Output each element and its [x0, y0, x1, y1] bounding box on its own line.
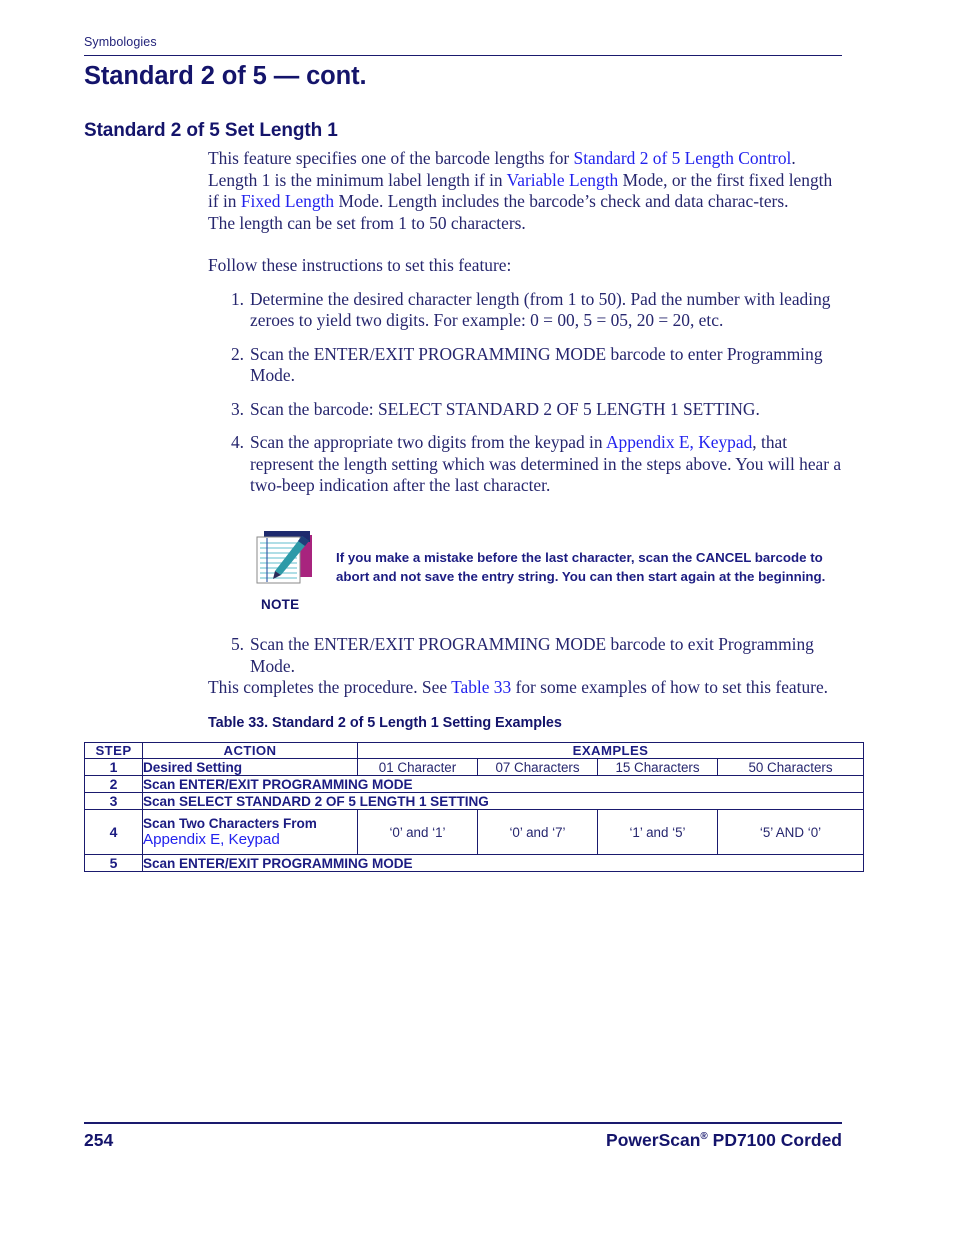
table-body: 1 Desired Setting 01 Character 07 Charac… — [84, 758, 864, 872]
table-cell-example: ‘5’ AND ‘0’ — [717, 809, 864, 855]
note-label: NOTE — [261, 597, 300, 612]
closing-text-b: for some examples of how to set this fea… — [511, 677, 829, 697]
table-cell-step: 5 — [84, 854, 143, 872]
table-cell-action: Scan Two Characters From Appendix E, Key… — [142, 809, 358, 855]
intro-paragraph-2: The length can be set from 1 to 50 chara… — [208, 212, 526, 233]
link-fixed-length[interactable]: Fixed Length — [241, 191, 334, 211]
tail-column: 5. Scan the ENTER/EXIT PROGRAMMING MODE b… — [208, 634, 848, 699]
link-variable-length[interactable]: Variable Length — [507, 170, 619, 190]
intro-p1-text-d: Mode. Length includes the barcode’s chec… — [334, 191, 789, 211]
closing-paragraph: This completes the procedure. See Table … — [208, 677, 848, 699]
list-item: 4. Scan the appropriate two digits from t… — [208, 432, 844, 497]
link-table-33[interactable]: Table 33 — [451, 677, 511, 697]
table-cell-example: ‘1’ and ‘5’ — [597, 809, 718, 855]
table-row: 4 Scan Two Characters From Appendix E, K… — [84, 809, 864, 855]
instruction-list: 1. Determine the desired character length… — [208, 289, 844, 497]
intro-p1-text-a: This feature specifies one of the barcod… — [208, 148, 574, 168]
table-cell-step: 1 — [84, 758, 143, 776]
list-item-text: Determine the desired character length (… — [250, 288, 831, 331]
footer-product-name: PowerScan® PD7100 Corded — [606, 1130, 842, 1151]
list-item-number: 5. — [230, 634, 244, 654]
closing-text-a: This completes the procedure. See — [208, 677, 452, 697]
list-item-text-a: Scan the appropriate two digits from the… — [250, 432, 606, 452]
header-rule — [84, 55, 842, 56]
section-heading: Standard 2 of 5 Set Length 1 — [84, 120, 338, 141]
link-appendix-e-keypad[interactable]: Appendix E, Keypad — [143, 831, 280, 848]
table-cell-action: Desired Setting — [142, 758, 358, 776]
running-header: Symbologies — [84, 35, 157, 49]
list-item-number: 4. — [230, 432, 244, 452]
table-cell-example: 07 Characters — [477, 758, 598, 776]
link-standard-2-of-5-length-control[interactable]: Standard 2 of 5 Length Control — [574, 148, 792, 168]
list-item: 5. Scan the ENTER/EXIT PROGRAMMING MODE b… — [208, 634, 848, 677]
table-cell-action-text: Scan Two Characters From — [143, 816, 317, 831]
table-cell-step: 4 — [84, 809, 143, 855]
footer-product-text: PowerScan — [606, 1130, 701, 1150]
list-item: 1. Determine the desired character length… — [208, 289, 844, 332]
table-cell-step: 2 — [84, 775, 143, 793]
link-appendix-e-keypad[interactable]: Appendix E, Keypad — [606, 432, 752, 452]
table-cell-action: Scan SELECT STANDARD 2 OF 5 LENGTH 1 SET… — [142, 792, 864, 810]
list-item: 3. Scan the barcode: SELECT STANDARD 2 OF… — [208, 399, 844, 421]
instruction-list-continued: 5. Scan the ENTER/EXIT PROGRAMMING MODE b… — [208, 634, 848, 677]
list-item-text: Scan the ENTER/EXIT PROGRAMMING MODE bar… — [250, 343, 823, 386]
table-row: 3 Scan SELECT STANDARD 2 OF 5 LENGTH 1 S… — [84, 792, 864, 810]
table-caption: Table 33. Standard 2 of 5 Length 1 Setti… — [208, 715, 562, 731]
footer-product-rest: PD7100 Corded — [707, 1130, 842, 1150]
table-row: 5 Scan ENTER/EXIT PROGRAMMING MODE — [84, 854, 864, 872]
table-cell-example: 50 Characters — [717, 758, 864, 776]
table-cell-action: Scan ENTER/EXIT PROGRAMMING MODE — [142, 775, 864, 793]
table-cell-action: Scan ENTER/EXIT PROGRAMMING MODE — [142, 854, 864, 872]
list-item-text: Scan the ENTER/EXIT PROGRAMMING MODE bar… — [250, 634, 814, 676]
table-cell-step: 3 — [84, 792, 143, 810]
table-cell-example: 15 Characters — [597, 758, 718, 776]
list-item-text: Scan the barcode: SELECT STANDARD 2 OF 5… — [250, 398, 760, 419]
table-cell-example: 01 Character — [357, 758, 478, 776]
intro-paragraph-1: This feature specifies one of the barcod… — [208, 148, 844, 213]
footer-rule — [84, 1122, 842, 1124]
footer-page-number: 254 — [84, 1130, 114, 1150]
registered-trademark-icon: ® — [700, 1131, 708, 1143]
intro-paragraph-3: Follow these instructions to set this fe… — [208, 255, 512, 275]
table-header-examples: EXAMPLES — [357, 742, 864, 759]
document-page: Symbologies Standard 2 of 5 — cont. Stan… — [0, 0, 954, 1235]
list-item-number: 1. — [230, 288, 244, 309]
table-header-row: STEP ACTION EXAMPLES — [84, 742, 864, 759]
note-text: If you make a mistake before the last ch… — [336, 550, 826, 584]
settings-table: STEP ACTION EXAMPLES 1 Desired Setting 0… — [84, 742, 864, 872]
table-row: 1 Desired Setting 01 Character 07 Charac… — [84, 758, 864, 776]
notepad-pencil-icon — [252, 527, 316, 589]
table-row: 2 Scan ENTER/EXIT PROGRAMMING MODE — [84, 775, 864, 793]
list-item-number: 3. — [230, 398, 244, 419]
list-item-number: 2. — [230, 343, 244, 364]
table-header-action: ACTION — [142, 742, 358, 759]
table-head: STEP ACTION EXAMPLES — [84, 742, 864, 759]
body-column: This feature specifies one of the barcod… — [208, 148, 844, 497]
table-cell-example: ‘0’ and ‘7’ — [477, 809, 598, 855]
page-title: Standard 2 of 5 — cont. — [84, 62, 367, 90]
table-header-step: STEP — [84, 742, 143, 759]
list-item: 2. Scan the ENTER/EXIT PROGRAMMING MODE b… — [208, 344, 844, 387]
table-cell-example: ‘0’ and ‘1’ — [357, 809, 478, 855]
